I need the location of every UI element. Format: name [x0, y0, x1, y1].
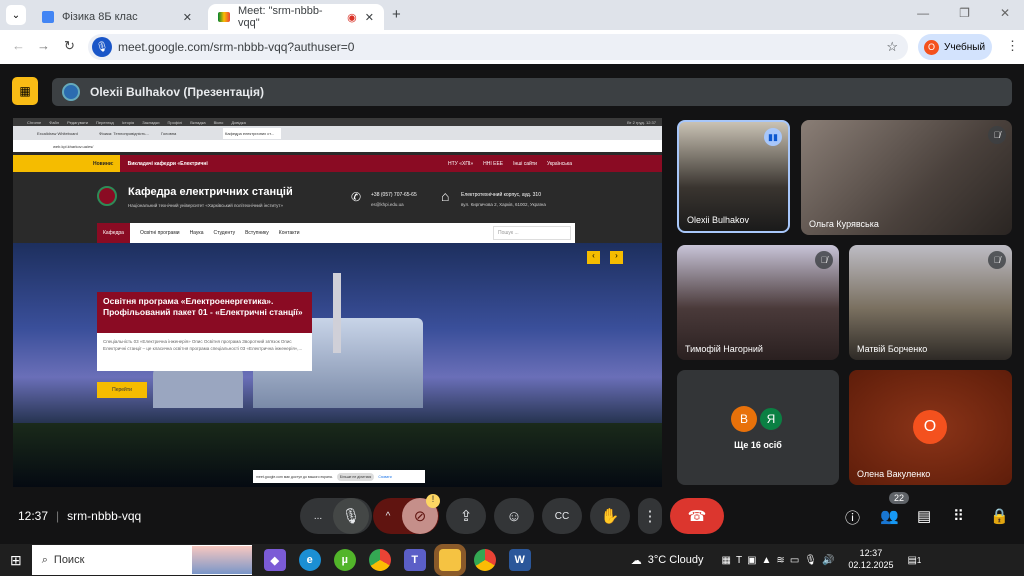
utorrent-icon[interactable]: µ	[333, 549, 356, 571]
video-options-button[interactable]: ^	[374, 511, 402, 522]
participant-tile[interactable]: ▮▮ Olexii Bulhakov	[677, 120, 790, 233]
close-icon[interactable]: ✕	[365, 11, 374, 24]
slider-next[interactable]: ›	[610, 251, 623, 264]
tray-icon[interactable]: ▲	[762, 555, 772, 566]
others-tile[interactable]: В Я Ще 16 осіб	[677, 370, 839, 485]
shared-screen: Chrome Файл Редагувати Перегляд Історія Закла…	[13, 118, 662, 487]
search-icon: ⌕	[41, 553, 48, 566]
volume-icon[interactable]: 🔊	[822, 555, 834, 566]
meet-icon	[218, 12, 230, 22]
site-nav: Кафедра Освітні програми Наука Студенту Вст…	[97, 223, 575, 243]
restore-button[interactable]: ❐	[959, 6, 970, 20]
tab-physics[interactable]: Фізика 8Б клас ✕	[32, 4, 202, 30]
reactions-button[interactable]: ☺	[494, 498, 534, 534]
clock[interactable]: 12:37 02.12.2025	[848, 548, 893, 571]
mic-group: ... 🎙	[300, 498, 372, 534]
profile-avatar: О	[924, 39, 939, 55]
stop-presenting-icon[interactable]: ▦	[12, 77, 38, 105]
department-logo	[97, 186, 117, 206]
mic-off-icon: 🎙̸	[988, 251, 1006, 269]
avatar: О	[913, 410, 947, 444]
tray-icon[interactable]: T	[736, 555, 742, 566]
minimize-button[interactable]: —	[917, 6, 929, 20]
more-options-button[interactable]: ⋮	[638, 498, 662, 534]
windows-taskbar: ⊞ ⌕ Поиск ◆ e µ T W ☁ 3°C Cloudy ▦ T ▣ ▲ ≋ ▭ 🎙 🔊 …	[0, 544, 1024, 576]
bookmark-star-icon[interactable]: ☆	[886, 39, 898, 55]
url-field[interactable]: 🎙 meet.google.com/srm-nbbb-vqq?authuser=…	[88, 34, 908, 60]
new-tab-button[interactable]: +	[392, 6, 401, 23]
classroom-icon	[42, 11, 54, 23]
inner-tabs: Excalidraw Whiteboard Фізика: Теплопрові…	[13, 126, 662, 140]
captions-button[interactable]: CC	[542, 498, 582, 534]
present-button[interactable]: ⇪	[446, 498, 486, 534]
people-icon[interactable]: 👥	[880, 507, 899, 525]
tray-icon[interactable]: ▣	[747, 555, 756, 566]
taskbar-search[interactable]: ⌕ Поиск	[31, 545, 252, 575]
edge-icon[interactable]: e	[298, 549, 321, 571]
participant-tile[interactable]: 🎙̸ Матвій Борченко	[849, 245, 1012, 360]
participants-count-badge: 22	[889, 492, 910, 504]
presenter-bar: Olexii Bulhakov (Презентація)	[52, 78, 1012, 106]
screen-share-notice: meet.google.com має доступ до вашого екр…	[253, 470, 425, 483]
go-button[interactable]: Перейти	[97, 382, 147, 398]
news-bar: Новини: Викладачі кафедри «Електричні НТ…	[13, 155, 662, 172]
mic-off-icon: 🎙̸	[988, 126, 1006, 144]
tab-search-button[interactable]: ⌄	[6, 5, 26, 25]
hero-image: ‹ › Освітня програма «Електроенергетика»…	[13, 243, 662, 487]
cloud-icon: ☁	[630, 554, 642, 567]
system-tray: ▦ T ▣ ▲ ≋ ▭ 🎙 🔊	[722, 555, 835, 566]
mic-off-icon: 🎙̸	[815, 251, 833, 269]
home-icon: ⌂	[441, 188, 450, 204]
participant-tile[interactable]: О Олена Вакуленко	[849, 370, 1012, 485]
chrome-profile-icon[interactable]	[473, 549, 496, 571]
speaking-icon: ▮▮	[764, 128, 782, 146]
activities-icon[interactable]: ⠿	[953, 507, 964, 525]
profile-button[interactable]: О Учебный	[918, 34, 992, 60]
search-highlight-image	[191, 546, 252, 574]
site-search[interactable]: Пошук ...	[493, 226, 571, 240]
weather-widget[interactable]: ☁ 3°C Cloudy	[631, 554, 704, 567]
inner-url: web.kpi.kharkov.ua/es/	[13, 140, 662, 152]
audio-options-button[interactable]: ...	[303, 511, 333, 522]
warning-icon: !	[426, 494, 440, 508]
meet-area: ▦ Olexii Bulhakov (Презентація) Chrome Фа…	[0, 64, 1024, 544]
file-explorer-icon[interactable]	[438, 549, 461, 571]
close-window-button[interactable]: ✕	[1000, 6, 1010, 20]
raise-hand-button[interactable]: ✋	[590, 498, 630, 534]
copilot-icon[interactable]: ◆	[263, 549, 286, 571]
slider-prev[interactable]: ‹	[587, 251, 600, 264]
info-icon[interactable]: ⓘ	[845, 507, 860, 528]
browser-tab-bar: ⌄ Фізика 8Б клас ✕ Meet: "srm-nbbb-vqq" …	[0, 0, 1024, 30]
word-icon[interactable]: W	[508, 549, 531, 571]
forward-button[interactable]: →	[37, 38, 50, 53]
leave-call-button[interactable]: ☎	[670, 498, 724, 534]
battery-icon[interactable]: ▭	[790, 555, 799, 566]
notifications-button[interactable]: ▤1	[907, 555, 921, 566]
mac-menubar: Chrome Файл Редагувати Перегляд Історія Закла…	[13, 118, 662, 126]
microphone-icon[interactable]: 🎙	[92, 37, 112, 57]
microphone-icon[interactable]: 🎙	[804, 555, 817, 566]
close-icon[interactable]: ✕	[183, 11, 192, 24]
phone-icon: ✆	[351, 190, 362, 204]
chrome-icon[interactable]	[368, 549, 391, 571]
back-button[interactable]: ←	[12, 38, 25, 53]
tab-meet[interactable]: Meet: "srm-nbbb-vqq" ◉ ✕	[208, 4, 384, 30]
chat-icon[interactable]: ▤	[917, 507, 931, 525]
start-button[interactable]: ⊞	[10, 552, 22, 569]
teams-icon[interactable]: T	[403, 549, 426, 571]
presenter-avatar	[62, 83, 80, 101]
address-bar-row: ← → ↻ 🎙 meet.google.com/srm-nbbb-vqq?aut…	[0, 30, 1024, 64]
host-controls-icon[interactable]: 🔒	[990, 507, 1009, 525]
participant-tile[interactable]: 🎙̸ Тимофій Нагорний	[677, 245, 839, 360]
menu-icon[interactable]: ⋮	[1006, 38, 1019, 54]
recording-icon: ◉	[347, 11, 357, 24]
meeting-info: 12:37 | srm-nbbb-vqq	[18, 509, 142, 523]
reload-button[interactable]: ↻	[64, 38, 75, 54]
microphone-button[interactable]: 🎙	[333, 498, 369, 534]
wifi-icon[interactable]: ≋	[776, 555, 784, 566]
tray-icon[interactable]: ▦	[722, 555, 731, 566]
participant-tile[interactable]: 🎙̸ Ольга Курявська	[801, 120, 1012, 235]
